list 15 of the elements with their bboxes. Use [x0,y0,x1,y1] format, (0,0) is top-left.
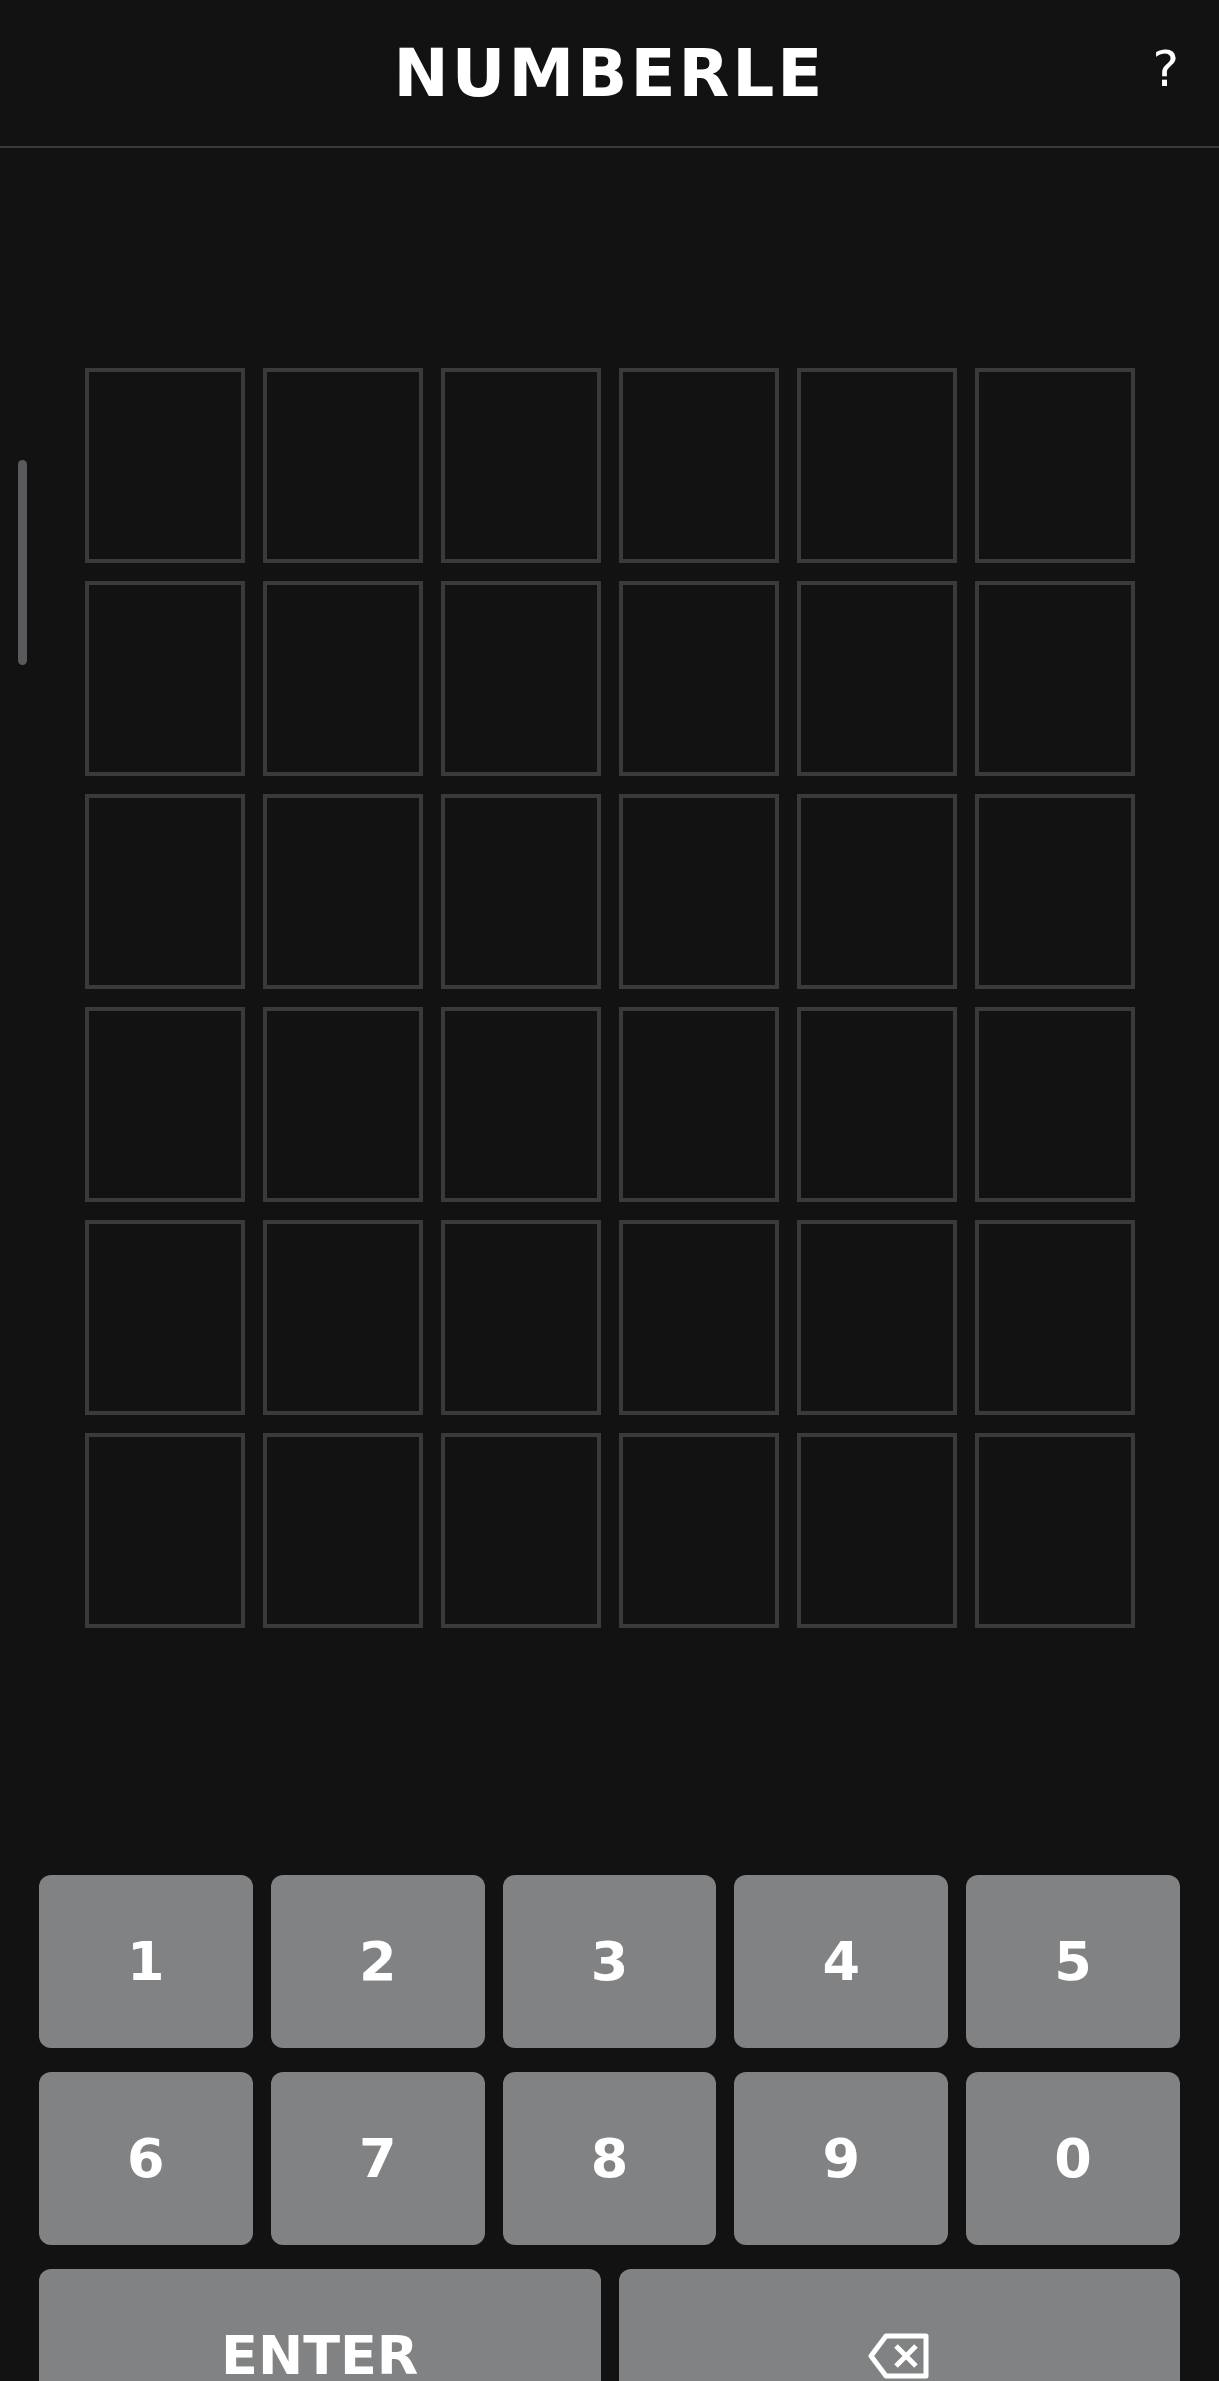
digit-key[interactable]: 4 [734,1875,949,2048]
digit-key[interactable]: 5 [966,1875,1180,2048]
scrollbar[interactable] [18,460,27,665]
digit-key[interactable]: 6 [39,2072,253,2245]
backspace-icon [868,2332,931,2379]
digit-key[interactable]: 0 [966,2072,1180,2245]
digit-key[interactable]: 2 [270,1875,485,2048]
help-button[interactable]: ? [1152,40,1179,98]
digit-key[interactable]: 3 [502,1875,717,2048]
enter-key[interactable]: ENTER [39,2269,601,2381]
app-title: NUMBERLE [393,34,826,112]
digit-key[interactable]: 8 [502,2072,717,2245]
digit-key[interactable]: 1 [39,1875,253,2048]
digit-key[interactable]: 7 [270,2072,485,2245]
digit-key[interactable]: 9 [734,2072,949,2245]
